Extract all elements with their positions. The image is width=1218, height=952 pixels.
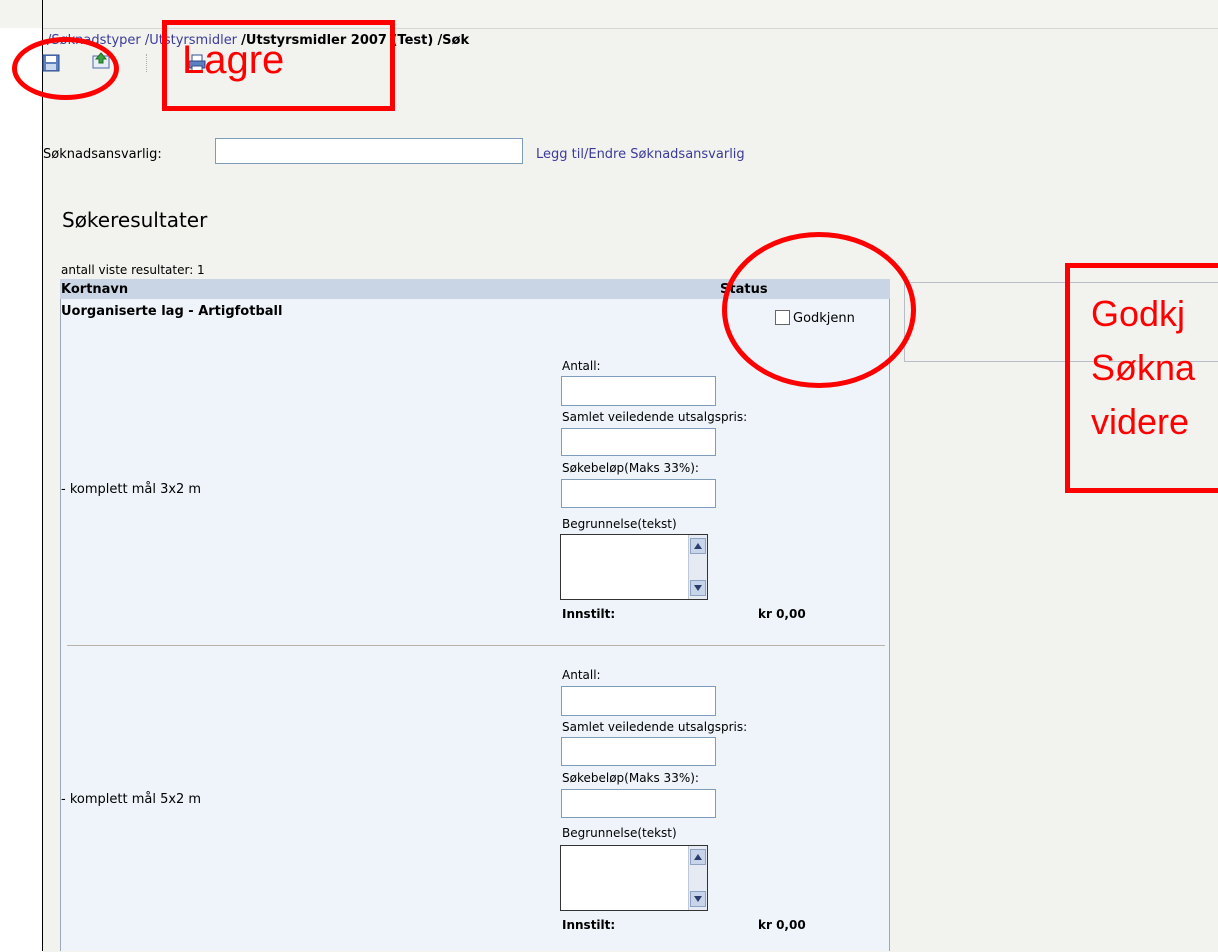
annotation-side-line2: Søkna — [1091, 347, 1196, 388]
reason-label: Begrunnelse(tekst) — [562, 517, 677, 531]
amount-input[interactable] — [561, 789, 716, 818]
row-title: Uorganiserte lag - Artigfotball — [61, 304, 283, 319]
change-responsible-link[interactable]: Legg til/Endre Søknadsansvarlig — [536, 147, 745, 162]
qty-label: Antall: — [562, 359, 601, 373]
breadcrumb-sok: /Søk — [437, 33, 470, 48]
row-divider — [67, 645, 885, 646]
item-label: - komplett mål 3x2 m — [61, 482, 202, 497]
scroll-down-button[interactable] — [690, 891, 706, 907]
results-count: antall viste resultater: 1 — [61, 263, 205, 277]
responsible-input[interactable] — [215, 138, 523, 164]
toolbar-separator — [146, 54, 148, 72]
recommended-value: kr 0,00 — [758, 918, 806, 932]
price-label: Samlet veiledende utsalgspris: — [562, 410, 748, 424]
qty-label: Antall: — [562, 668, 601, 682]
annotation-side-line3: videre — [1091, 401, 1190, 442]
price-input[interactable] — [561, 737, 716, 766]
scroll-up-button[interactable] — [690, 849, 706, 865]
price-label: Samlet veiledende utsalgspris: — [562, 720, 748, 734]
amount-label: Søkebeløp(Maks 33%): — [562, 461, 699, 475]
reason-textarea[interactable] — [560, 845, 708, 911]
annotation-side-line1: Godkj — [1091, 293, 1186, 334]
price-input[interactable] — [561, 428, 716, 456]
qty-input[interactable] — [561, 376, 716, 406]
results-title: Søkeresultater — [62, 208, 208, 232]
recommended-label: Innstilt: — [562, 607, 616, 621]
reason-textarea[interactable] — [560, 534, 708, 600]
annotation-circle-approve — [722, 232, 916, 388]
scroll-down-button[interactable] — [690, 580, 706, 596]
scroll-up-button[interactable] — [690, 538, 706, 554]
responsible-label: Søknadsansvarlig: — [43, 147, 162, 162]
textarea-scrollbar[interactable] — [688, 535, 707, 599]
annotation-text-lagre: Lagre — [182, 38, 285, 82]
reason-label: Begrunnelse(tekst) — [562, 826, 677, 840]
annotation-circle-save — [12, 37, 119, 100]
amount-label: Søkebeløp(Maks 33%): — [562, 771, 699, 785]
recommended-value: kr 0,00 — [758, 607, 806, 621]
column-short-name: Kortnavn — [61, 282, 129, 297]
textarea-scrollbar[interactable] — [688, 846, 707, 910]
qty-input[interactable] — [561, 686, 716, 716]
item-label: - komplett mål 5x2 m — [61, 792, 202, 807]
recommended-label: Innstilt: — [562, 918, 616, 932]
amount-input[interactable] — [561, 479, 716, 508]
